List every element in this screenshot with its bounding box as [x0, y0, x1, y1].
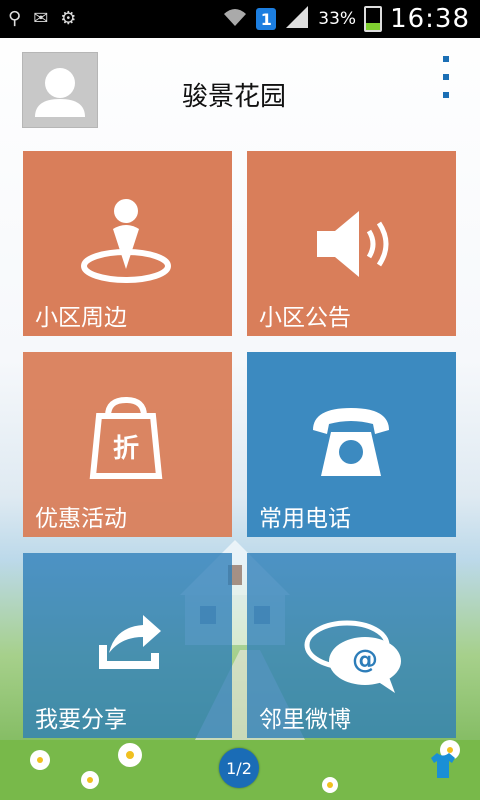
page-title: 骏景花园 — [182, 82, 287, 112]
header: 骏景花园 — [0, 38, 480, 148]
shirt-icon[interactable] — [428, 750, 458, 780]
battery-icon — [364, 6, 383, 32]
tile-label: 邻里微博 — [259, 707, 351, 733]
map-pin-icon — [81, 199, 171, 283]
clock: 16:38 — [390, 4, 470, 34]
mail-icon: ✉ — [33, 8, 49, 29]
menu-dot-icon — [443, 92, 449, 98]
wifi-icon — [222, 6, 248, 32]
speaker-icon — [317, 211, 389, 277]
status-bar: ⚲ ✉ ⚙ 1 33% 16:38 — [0, 0, 480, 38]
usb-icon: ⚲ — [8, 8, 22, 29]
avatar[interactable] — [22, 52, 98, 128]
tile-phone-numbers[interactable]: 常用电话 — [247, 352, 456, 537]
tile-announcements[interactable]: 小区公告 — [247, 151, 456, 336]
tile-label: 我要分享 — [35, 707, 127, 733]
overflow-menu-button[interactable] — [436, 56, 456, 98]
telephone-icon — [313, 408, 389, 476]
page-indicator[interactable]: 1/2 — [219, 748, 259, 788]
tile-share[interactable]: 我要分享 — [23, 553, 232, 738]
menu-dot-icon — [443, 56, 449, 62]
tile-promotions[interactable]: 折 优惠活动 — [23, 352, 232, 537]
user-icon — [35, 68, 85, 117]
tile-label: 小区公告 — [259, 305, 351, 331]
tile-neighborhood[interactable]: 小区周边 — [23, 151, 232, 336]
menu-dot-icon — [443, 74, 449, 80]
share-icon — [99, 615, 161, 669]
notification-badge: 1 — [256, 8, 277, 30]
signal-icon — [284, 6, 310, 32]
tile-label: 常用电话 — [259, 506, 351, 532]
tile-microblog[interactable]: @ 邻里微博 — [247, 553, 456, 738]
notification-icon: ⚙ — [60, 8, 77, 29]
at-sign-text: @ — [352, 645, 378, 675]
tile-label: 优惠活动 — [35, 506, 127, 532]
battery-percent: 33% — [318, 9, 357, 29]
discount-text: 折 — [112, 434, 139, 464]
tile-label: 小区周边 — [35, 305, 127, 331]
shopping-bag-icon — [89, 396, 163, 479]
